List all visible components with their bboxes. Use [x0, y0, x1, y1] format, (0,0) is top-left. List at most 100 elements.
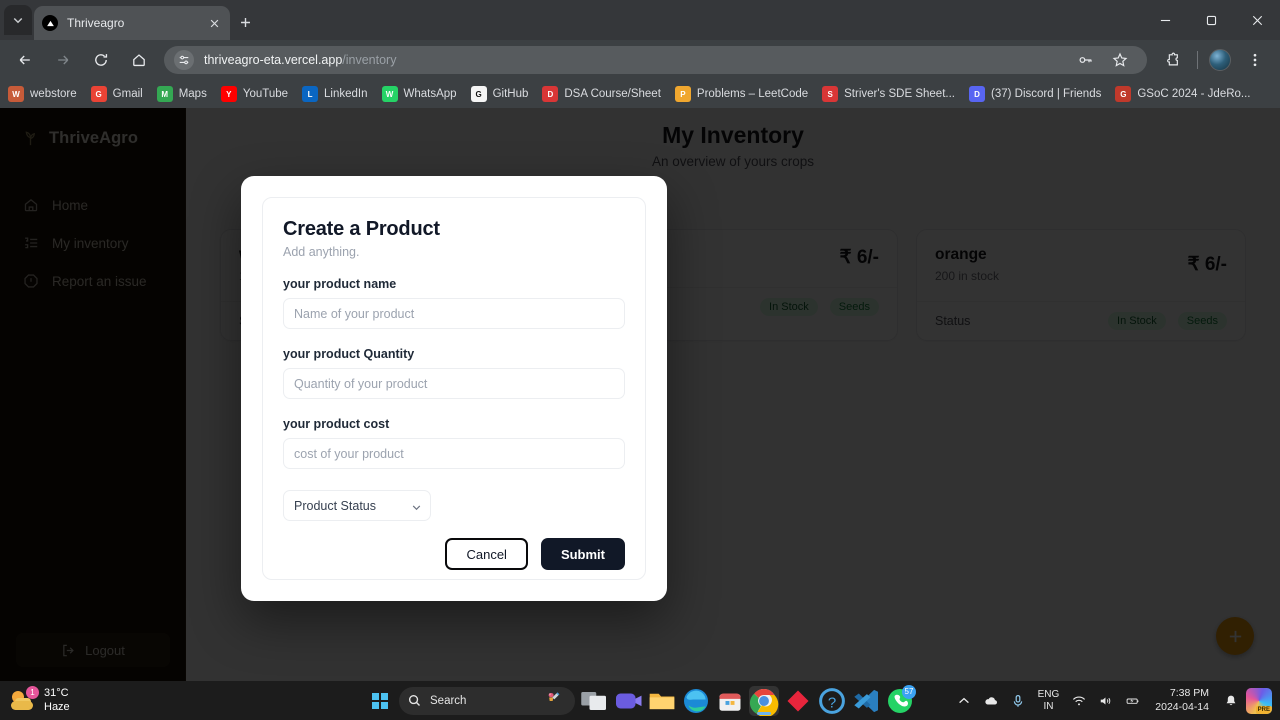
puzzle-icon[interactable]: [1157, 45, 1187, 75]
product-quantity-input[interactable]: [283, 368, 625, 399]
edge-icon[interactable]: [681, 686, 711, 716]
toolbar-divider: [1197, 51, 1198, 69]
notification-badge: 1: [26, 685, 39, 699]
bookmark-label: GitHub: [492, 88, 529, 100]
modal-inner-card: Create a Product Add anything. your prod…: [262, 197, 646, 580]
task-view-icon[interactable]: [579, 686, 609, 716]
close-icon[interactable]: [206, 15, 222, 31]
bookmark-item[interactable]: P Problems – LeetCode: [674, 86, 808, 102]
tune-icon[interactable]: [174, 50, 194, 70]
bookmark-favicon-icon: M: [156, 86, 173, 102]
bookmark-label: WhatsApp: [403, 88, 457, 100]
forward-button[interactable]: [48, 45, 78, 75]
bookmark-favicon-icon: D: [969, 86, 985, 102]
tab-search-button[interactable]: [4, 5, 32, 35]
bookmark-item[interactable]: S Striver's SDE Sheet...: [822, 86, 955, 102]
reload-icon: [95, 54, 108, 66]
plus-icon: [240, 17, 250, 27]
bookmark-label: LinkedIn: [324, 88, 368, 100]
modal-overlay-sidebar[interactable]: [0, 108, 186, 681]
star-icon[interactable]: [1105, 45, 1135, 75]
home-button[interactable]: [124, 45, 154, 75]
bookmark-item[interactable]: Wwebstore: [8, 86, 77, 102]
bookmark-label: Gmail: [112, 88, 143, 100]
arrow-right-icon: [58, 55, 69, 65]
browser-tab[interactable]: Thriveagro: [34, 6, 230, 40]
ruby-diamond-icon[interactable]: [783, 686, 813, 716]
notification-badge: 57: [902, 684, 916, 699]
arrow-left-icon: [19, 55, 30, 65]
bookmark-label: webstore: [30, 88, 77, 100]
bell-icon[interactable]: [1219, 686, 1243, 716]
chevron-down-icon: [13, 17, 23, 24]
bookmark-item[interactable]: W WhatsApp: [381, 86, 457, 102]
bookmark-item[interactable]: G GSoC 2024 - JdeRo...: [1115, 86, 1251, 102]
bookmark-favicon-icon: L: [302, 86, 319, 102]
microphone-icon[interactable]: [1006, 686, 1030, 716]
start-button[interactable]: [365, 686, 395, 716]
whatsapp-icon[interactable]: 57: [885, 684, 916, 716]
avatar[interactable]: [1209, 49, 1231, 71]
tab-strip: Thriveagro: [0, 0, 1280, 40]
bookmark-label: YouTube: [242, 88, 289, 100]
bookmark-label: Maps: [178, 88, 207, 100]
teams-icon[interactable]: [613, 686, 643, 716]
bookmark-item[interactable]: G GitHub: [470, 86, 529, 102]
modal-actions: Cancel Submit: [283, 538, 625, 570]
wifi-icon[interactable]: [1067, 686, 1091, 716]
bookmark-label: (37) Discord | Friends: [991, 88, 1102, 100]
bookmark-favicon-icon: P: [674, 86, 691, 102]
weather-temp: 31°C: [44, 686, 69, 699]
battery-charging-icon[interactable]: [1121, 686, 1145, 716]
copilot-icon[interactable]: PRE: [1246, 687, 1272, 714]
chevron-up-icon[interactable]: [952, 686, 976, 716]
home-icon: [133, 54, 145, 67]
submit-button[interactable]: Submit: [540, 538, 625, 570]
taskbar-search[interactable]: Search: [399, 686, 575, 715]
product-name-input[interactable]: [283, 298, 625, 329]
modal-title: Create a Product: [283, 218, 440, 240]
product-status-select[interactable]: Product Status: [283, 490, 431, 521]
microsoft-store-icon[interactable]: [715, 686, 745, 716]
bookmark-item[interactable]: D (37) Discord | Friends: [969, 86, 1101, 102]
copilot-badge: PRE: [1255, 705, 1272, 714]
language-indicator[interactable]: ENG IN: [1033, 689, 1065, 712]
search-illustration-icon: [547, 691, 569, 711]
close-button[interactable]: [1234, 0, 1280, 40]
vscode-icon[interactable]: [851, 686, 881, 716]
speaker-icon[interactable]: [1094, 686, 1118, 716]
bookmark-favicon-icon: Y: [220, 86, 237, 102]
bookmark-item[interactable]: L LinkedIn: [302, 86, 368, 102]
bookmark-favicon-icon: W: [8, 86, 24, 102]
bookmark-item[interactable]: Y YouTube: [220, 86, 289, 102]
clock[interactable]: 7:38 PM 2024-04-14: [1148, 687, 1216, 713]
cloud-icon[interactable]: [979, 686, 1003, 716]
chrome-icon[interactable]: [749, 685, 779, 716]
tab-title: Thriveagro: [67, 16, 125, 30]
bookmark-favicon-icon: S: [822, 86, 839, 102]
file-explorer-icon[interactable]: [647, 686, 677, 716]
help-icon[interactable]: ?: [817, 686, 847, 716]
bookmark-item[interactable]: M Maps: [156, 86, 207, 102]
windows-logo-icon: [372, 692, 388, 709]
reload-button[interactable]: [86, 45, 116, 75]
bookmark-item[interactable]: G Gmail: [90, 86, 143, 102]
new-tab-button[interactable]: [234, 11, 256, 33]
bookmark-item[interactable]: D DSA Course/Sheet: [542, 86, 661, 102]
modal-subtitle: Add anything.: [283, 245, 360, 259]
minimize-button[interactable]: [1142, 0, 1188, 40]
field-label: your product Quantity: [283, 347, 415, 361]
three-dot-menu-icon[interactable]: [1240, 45, 1270, 75]
weather-condition: Haze: [44, 700, 70, 713]
weather-widget[interactable]: 1 31°C Haze: [10, 681, 70, 720]
address-bar[interactable]: thriveagro-eta.vercel.app/inventory: [164, 46, 1147, 74]
cancel-button[interactable]: Cancel: [445, 538, 528, 570]
product-cost-input[interactable]: [283, 438, 625, 469]
maximize-button[interactable]: [1188, 0, 1234, 40]
search-placeholder: Search: [430, 694, 467, 707]
field-label: your product cost: [283, 417, 390, 431]
key-icon[interactable]: [1071, 45, 1101, 75]
bookmark-favicon-icon: G: [90, 86, 107, 102]
back-button[interactable]: [10, 45, 40, 75]
windows-taskbar: 1 31°C Haze Search ? 57 ENG IN 7:38 PM 2…: [0, 681, 1280, 720]
